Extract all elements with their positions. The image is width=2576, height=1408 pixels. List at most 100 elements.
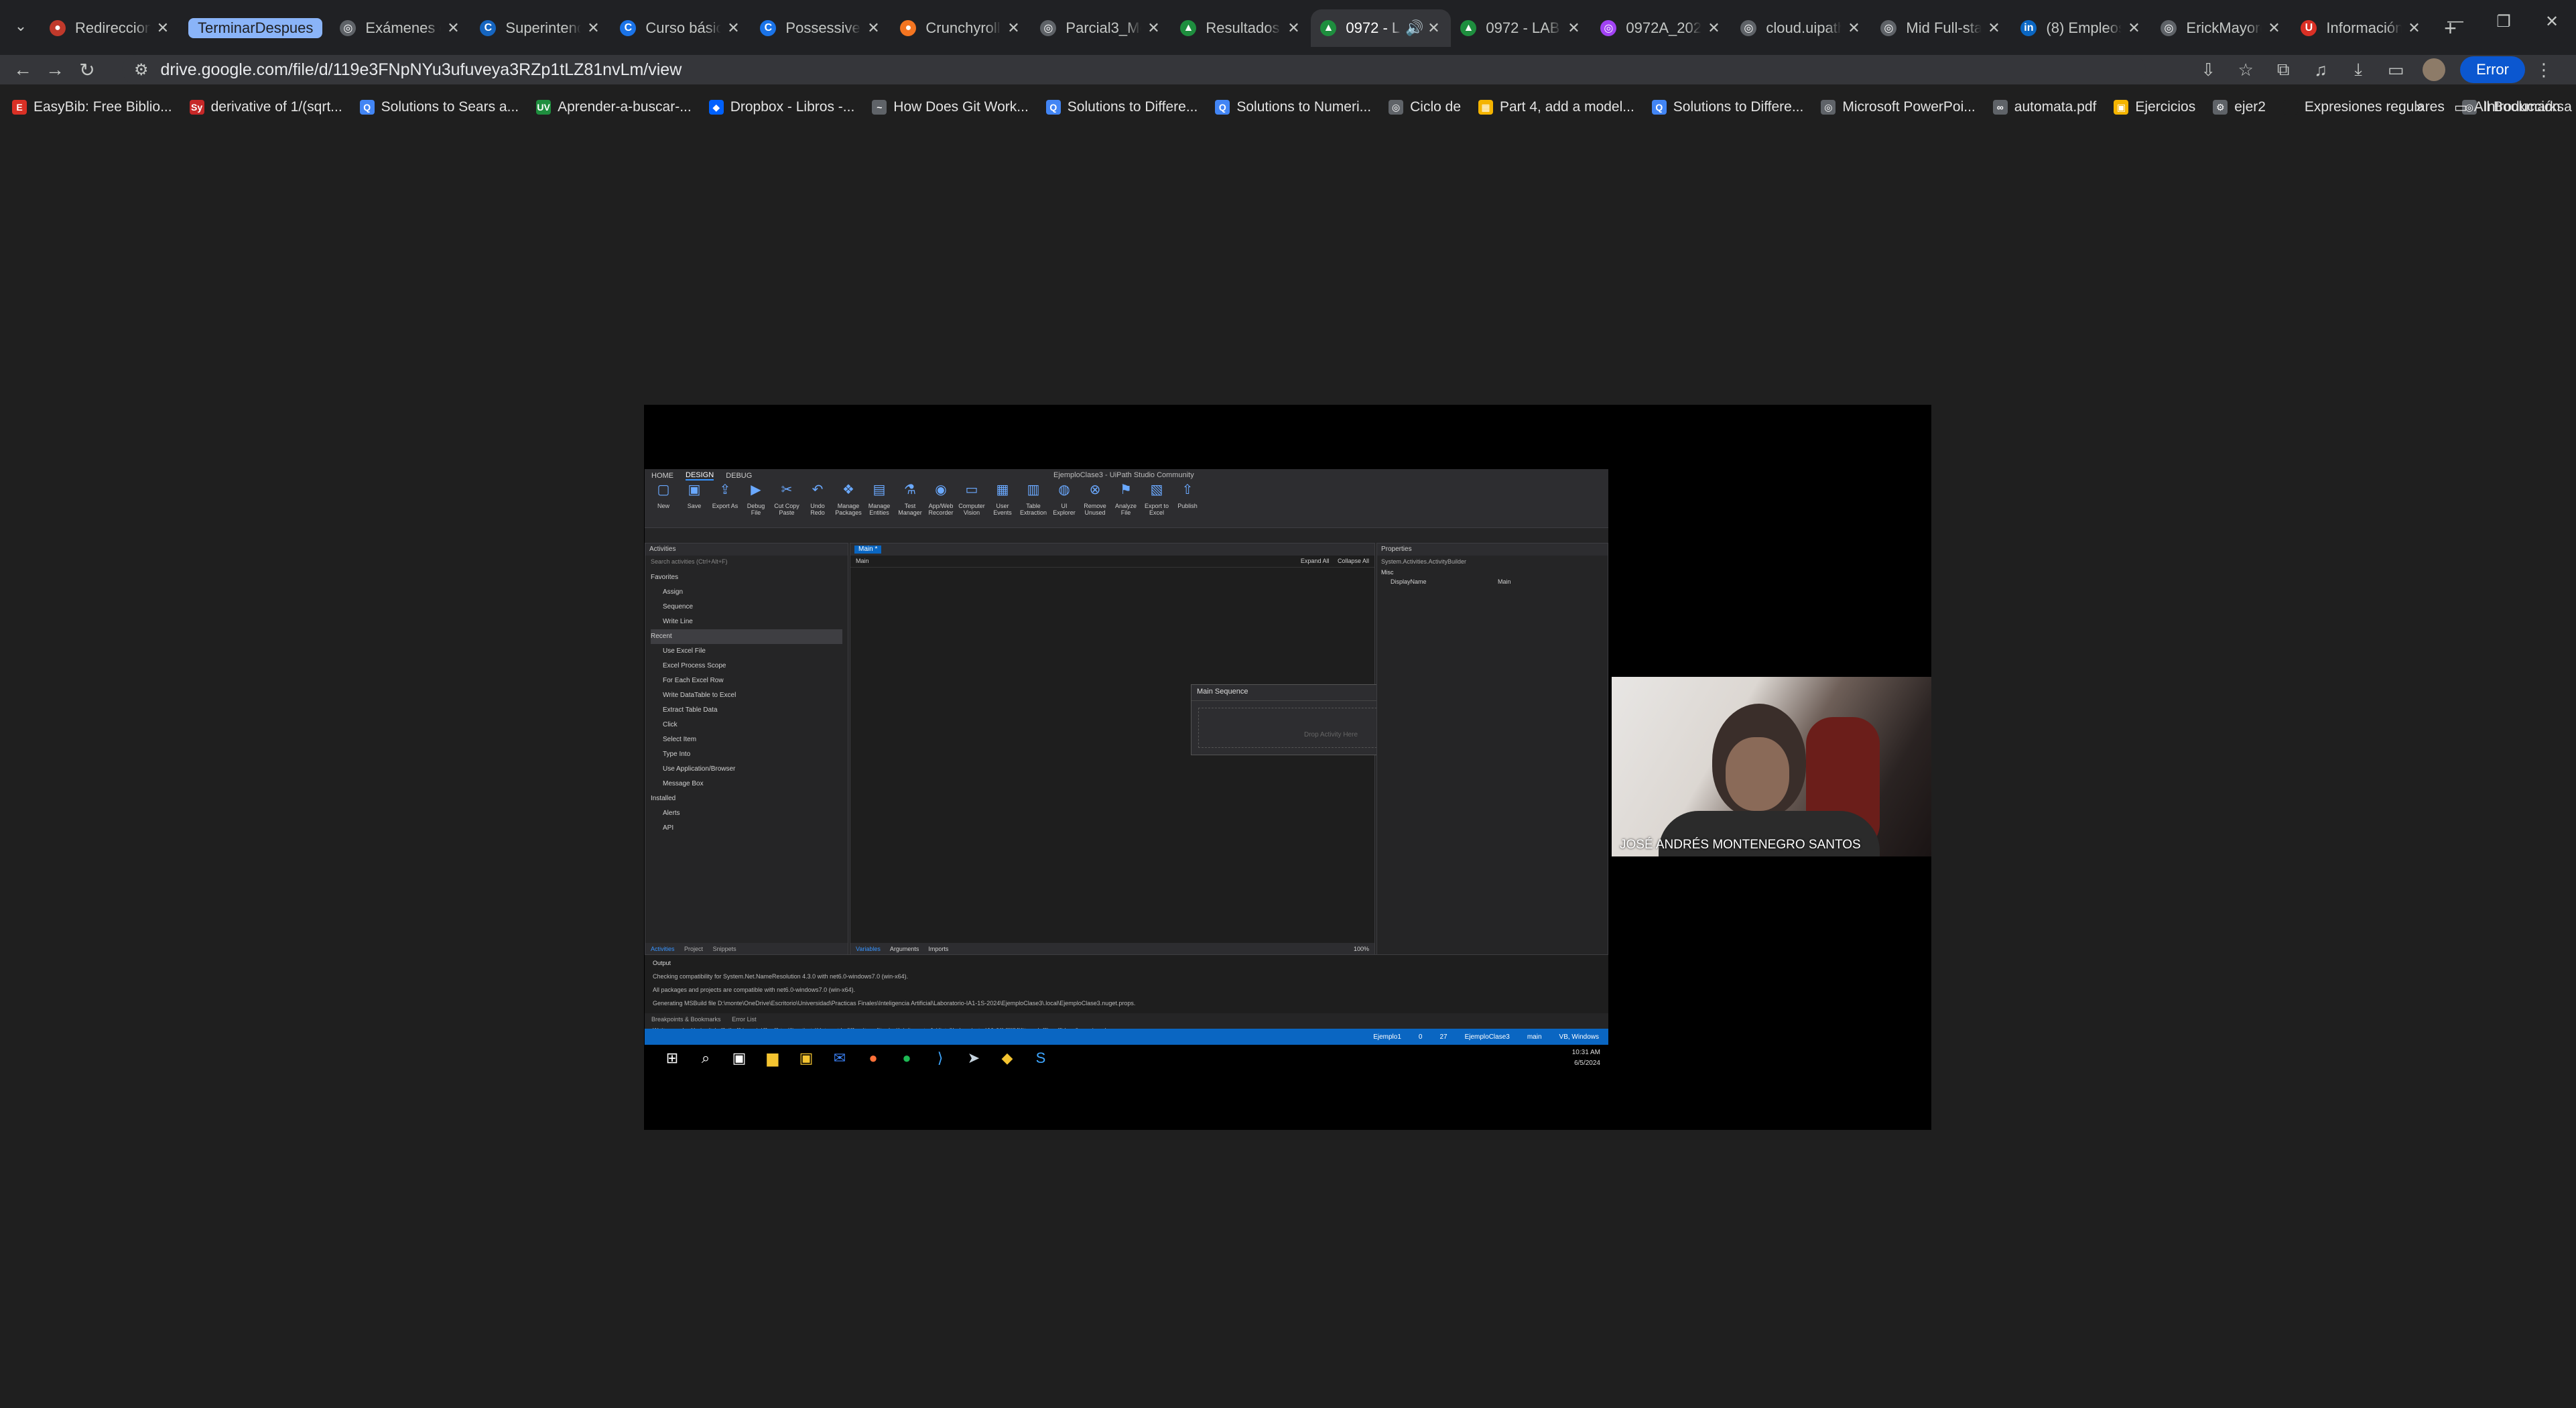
tab-close-icon[interactable]: ✕ xyxy=(1005,19,1021,37)
browser-tab[interactable]: ▲ Resultados d✕ xyxy=(1171,9,1311,47)
browser-tab[interactable]: in (8) Empleos ✕ xyxy=(2011,9,2151,47)
tab-close-icon[interactable]: ✕ xyxy=(585,19,601,37)
browser-tab[interactable]: ◎ 0972A_2024 ✕ xyxy=(1591,9,1731,47)
bookmark-item[interactable]: Q Solutions to Numeri... xyxy=(1215,99,1371,115)
bookmark-item[interactable]: E EasyBib: Free Biblio... xyxy=(12,99,172,115)
ribbon-button[interactable]: ▦ User Events xyxy=(989,483,1016,516)
activity-item[interactable]: Select Item xyxy=(651,732,842,747)
tab-close-icon[interactable]: ✕ xyxy=(445,19,461,37)
browser-tab[interactable]: ◎ Mid Full-sta ✕ xyxy=(1871,9,2011,47)
browser-tab[interactable]: C Superintende✕ xyxy=(470,9,610,47)
menu-home[interactable]: HOME xyxy=(651,472,673,480)
restore-icon[interactable]: ❐ xyxy=(2480,12,2528,31)
browser-tab[interactable]: U Información ✕ xyxy=(2291,9,2431,47)
ribbon-button[interactable]: ❖ Manage Packages xyxy=(835,483,862,516)
browser-tab[interactable]: ◎ Exámenes de✕ xyxy=(330,9,470,47)
error-list-tab[interactable]: Error List xyxy=(732,1016,757,1023)
extensions-icon[interactable]: ⧉ xyxy=(2264,59,2302,80)
tab-imports[interactable]: Imports xyxy=(928,946,948,954)
browser-tab[interactable]: ◎ Parcial3_Me ✕ xyxy=(1031,9,1171,47)
ribbon-button[interactable]: ▤ Manage Entities xyxy=(866,483,893,516)
tab-close-icon[interactable]: ✕ xyxy=(2266,19,2282,37)
activities-search[interactable]: Search activities (Ctrl+Alt+F) xyxy=(645,556,848,568)
ribbon-button[interactable]: ↶ Undo Redo xyxy=(804,483,831,516)
browser-tab[interactable]: ◎ cloud.uipath ✕ xyxy=(1731,9,1871,47)
reload-icon[interactable]: ↻ xyxy=(71,59,103,81)
address-bar[interactable]: ⚙ drive.google.com/file/d/119e3FNpNYu3uf… xyxy=(122,55,2146,84)
browser-tab[interactable]: ▲ 0972 - L 🔊 ✕ xyxy=(1311,9,1452,47)
browser-tab[interactable]: ◎ ErickMayorg ✕ xyxy=(2151,9,2291,47)
activity-category[interactable]: Recent xyxy=(651,629,842,644)
ribbon-button[interactable]: ▣ Save xyxy=(681,483,708,509)
tab-close-icon[interactable]: ✕ xyxy=(1285,19,1301,37)
status-item[interactable]: Ejemplo1 xyxy=(1373,1033,1401,1041)
back-icon[interactable]: ← xyxy=(7,59,39,80)
collapse-all-link[interactable]: Collapse All xyxy=(1338,558,1369,564)
activity-item[interactable]: For Each Excel Row xyxy=(651,674,842,688)
sidepanel-icon[interactable]: ▭ xyxy=(2377,60,2414,80)
tab-close-icon[interactable]: ✕ xyxy=(1565,19,1582,37)
breadcrumb[interactable]: Main xyxy=(856,558,869,565)
url-text[interactable]: drive.google.com/file/d/119e3FNpNYu3ufuv… xyxy=(161,60,682,80)
status-item[interactable]: 0 xyxy=(1419,1033,1423,1041)
ribbon-button[interactable]: ▭ Computer Vision xyxy=(958,483,985,516)
ribbon-button[interactable]: ⇧ Publish xyxy=(1174,483,1201,509)
tab-close-icon[interactable]: ✕ xyxy=(155,19,171,37)
tab-search-icon[interactable]: ⌄ xyxy=(11,17,31,38)
activity-item[interactable]: Sequence xyxy=(651,600,842,615)
activity-item[interactable]: Assign xyxy=(651,585,842,600)
bookmark-item[interactable]: UV Aprender-a-buscar-... xyxy=(536,99,692,115)
ribbon-button[interactable]: ⚗ Test Manager xyxy=(897,483,923,516)
error-button[interactable]: Error xyxy=(2460,56,2525,83)
forward-icon[interactable]: → xyxy=(39,59,71,80)
bookmark-item[interactable]: ∞ automata.pdf xyxy=(1992,99,2096,115)
bookmark-item[interactable]: ◆ Dropbox - Libros -... xyxy=(708,99,854,115)
tab-close-icon[interactable]: ✕ xyxy=(1705,19,1722,37)
tab-close-icon[interactable]: ✕ xyxy=(1986,19,2002,37)
bookmark-item[interactable]: ⚙ ejer2 xyxy=(2213,99,2266,115)
activity-category[interactable]: Favorites xyxy=(651,570,842,585)
bookmark-item[interactable]: ◎ Microsoft PowerPoi... xyxy=(1821,99,1976,115)
activity-item[interactable]: Write DataTable to Excel xyxy=(651,688,842,703)
tab-project[interactable]: Project xyxy=(684,946,703,952)
doc-tab-main[interactable]: Main * xyxy=(854,546,882,554)
tab-close-icon[interactable]: ✕ xyxy=(2406,19,2422,37)
bookmark-item[interactable]: Q Solutions to Sears a... xyxy=(359,99,519,115)
browser-tab[interactable]: ▲ 0972 - LAB ✕ xyxy=(1451,9,1591,47)
activity-category[interactable]: Installed xyxy=(651,791,842,806)
browser-tab[interactable]: ● Crunchyroll ✕ xyxy=(891,9,1031,47)
downloads-icon[interactable]: ⤓ xyxy=(2339,59,2377,80)
bookmark-item[interactable]: Q Solutions to Differe... xyxy=(1651,99,1803,115)
bookmark-star-icon[interactable]: ☆ xyxy=(2227,60,2264,80)
all-bookmarks-link[interactable]: All Bookmarks xyxy=(2474,99,2564,115)
site-info-icon[interactable]: ⚙ xyxy=(134,60,149,80)
menu-debug[interactable]: DEBUG xyxy=(726,472,752,480)
expand-all-link[interactable]: Expand All xyxy=(1301,558,1330,564)
status-item[interactable]: main xyxy=(1527,1033,1542,1041)
ribbon-button[interactable]: ⇪ Export As xyxy=(712,483,738,509)
activity-item[interactable]: Use Application/Browser xyxy=(651,762,842,777)
property-value[interactable]: Main xyxy=(1498,578,1511,585)
tab-close-icon[interactable]: ✕ xyxy=(865,19,881,37)
menu-icon[interactable]: ⋮ xyxy=(2525,60,2563,80)
bookmark-item[interactable]: ~ How Does Git Work... xyxy=(872,99,1029,115)
tab-arguments[interactable]: Arguments xyxy=(890,946,919,954)
more-bookmarks-icon[interactable]: » xyxy=(2416,98,2425,117)
tab-close-icon[interactable]: ✕ xyxy=(1425,19,1441,37)
ribbon-button[interactable]: ▢ New xyxy=(650,483,677,509)
profile-avatar[interactable] xyxy=(2423,58,2446,81)
browser-tab[interactable]: C Possessives ✕ xyxy=(751,9,891,47)
bookmark-item[interactable]: ◎ Ciclo de xyxy=(1389,99,1461,115)
minimize-icon[interactable]: — xyxy=(2431,12,2480,31)
activity-item[interactable]: Use Excel File xyxy=(651,644,842,659)
ribbon-button[interactable]: ✂ Cut Copy Paste xyxy=(773,483,800,516)
activity-item[interactable]: Click xyxy=(651,718,842,732)
close-window-icon[interactable]: ✕ xyxy=(2528,12,2576,31)
activity-item[interactable]: API xyxy=(651,821,842,836)
status-item[interactable]: EjemploClase3 xyxy=(1465,1033,1510,1041)
ribbon-button[interactable]: ▥ Table Extraction xyxy=(1020,483,1047,516)
media-control-icon[interactable]: ♫ xyxy=(2302,60,2339,80)
ribbon-button[interactable]: ◉ App/Web Recorder xyxy=(927,483,954,516)
bookmark-item[interactable]: ▣ Ejercicios xyxy=(2114,99,2195,115)
zoom-level[interactable]: 100% xyxy=(1354,946,1369,954)
